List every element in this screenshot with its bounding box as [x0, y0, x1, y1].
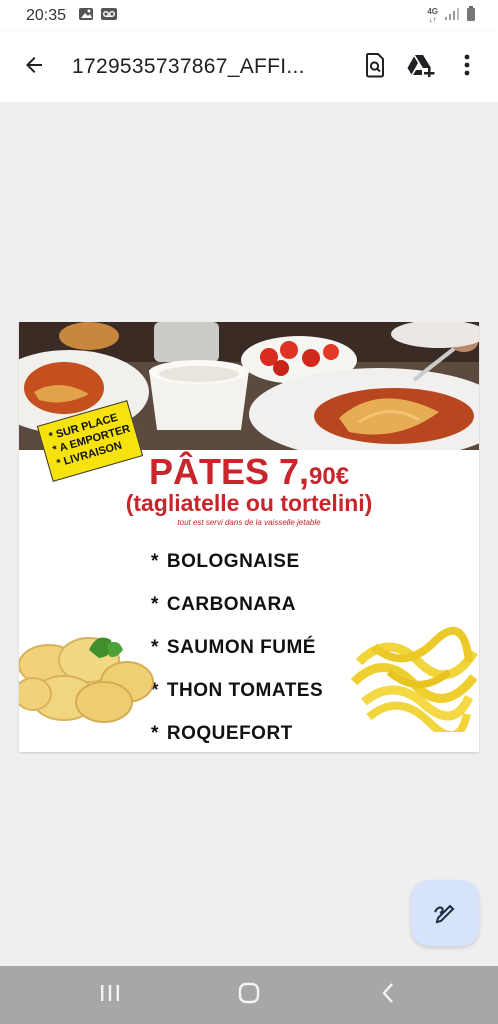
tagliatelle-image — [349, 622, 479, 740]
tableware-note: tout est servi dans de la vaisselle jeta… — [177, 518, 321, 527]
more-vert-icon — [464, 54, 470, 81]
drive-add-icon — [407, 53, 435, 82]
menu-list: * BOLOGNAISE * CARBONARA * SAUMON FUMÉ * THO… — [151, 540, 323, 752]
menu-item: * BOLOGNAISE — [151, 550, 300, 572]
menu-poster: * SUR PLACE * A EMPORTER * LIVRAISON PÂT… — [19, 322, 479, 752]
price-cents: 90€ — [309, 463, 350, 490]
recent-apps-button[interactable] — [80, 973, 140, 1017]
back-button[interactable] — [12, 45, 56, 89]
network-type: 4G ↓↑ — [427, 7, 438, 24]
home-button[interactable] — [219, 973, 279, 1017]
headline-word: PÂTES — [148, 451, 269, 492]
menu-item: * THON TOMATES — [151, 679, 324, 701]
battery-icon — [466, 5, 476, 27]
image-icon — [78, 7, 94, 26]
document-title: 1729535737867_AFFI... — [72, 55, 305, 78]
status-bar: 20:35 4G ↓↑ — [0, 0, 498, 32]
menu-item: * CARBONARA — [151, 593, 296, 615]
add-to-drive-button[interactable] — [398, 45, 444, 89]
tortellini-image — [19, 620, 155, 730]
menu-item: * SAUMON FUMÉ — [151, 636, 316, 658]
status-system-icons: 4G ↓↑ — [427, 5, 476, 27]
annotate-fab[interactable] — [411, 880, 479, 946]
status-notification-icons — [78, 7, 118, 26]
voicemail-icon — [100, 7, 118, 26]
search-in-document-button[interactable] — [352, 45, 398, 89]
system-nav-bar — [0, 966, 498, 1024]
home-icon — [237, 981, 261, 1010]
nav-back-button[interactable] — [358, 973, 418, 1017]
search-in-document-icon — [363, 52, 387, 83]
more-options-button[interactable] — [444, 45, 490, 89]
back-icon — [380, 981, 396, 1010]
recent-apps-icon — [99, 983, 121, 1008]
document-viewer[interactable]: * SUR PLACE * A EMPORTER * LIVRAISON PÂT… — [0, 102, 498, 966]
back-arrow-icon — [22, 53, 46, 82]
signal-icon — [444, 7, 460, 26]
app-bar: 1729535737867_AFFI... — [0, 32, 498, 102]
status-time: 20:35 — [26, 7, 67, 24]
pasta-choice: (tagliatelle ou tortelini) — [125, 490, 373, 516]
menu-item: * ROQUEFORT — [151, 722, 293, 744]
price-main: 7, — [278, 451, 310, 492]
edit-pen-icon — [432, 898, 458, 929]
